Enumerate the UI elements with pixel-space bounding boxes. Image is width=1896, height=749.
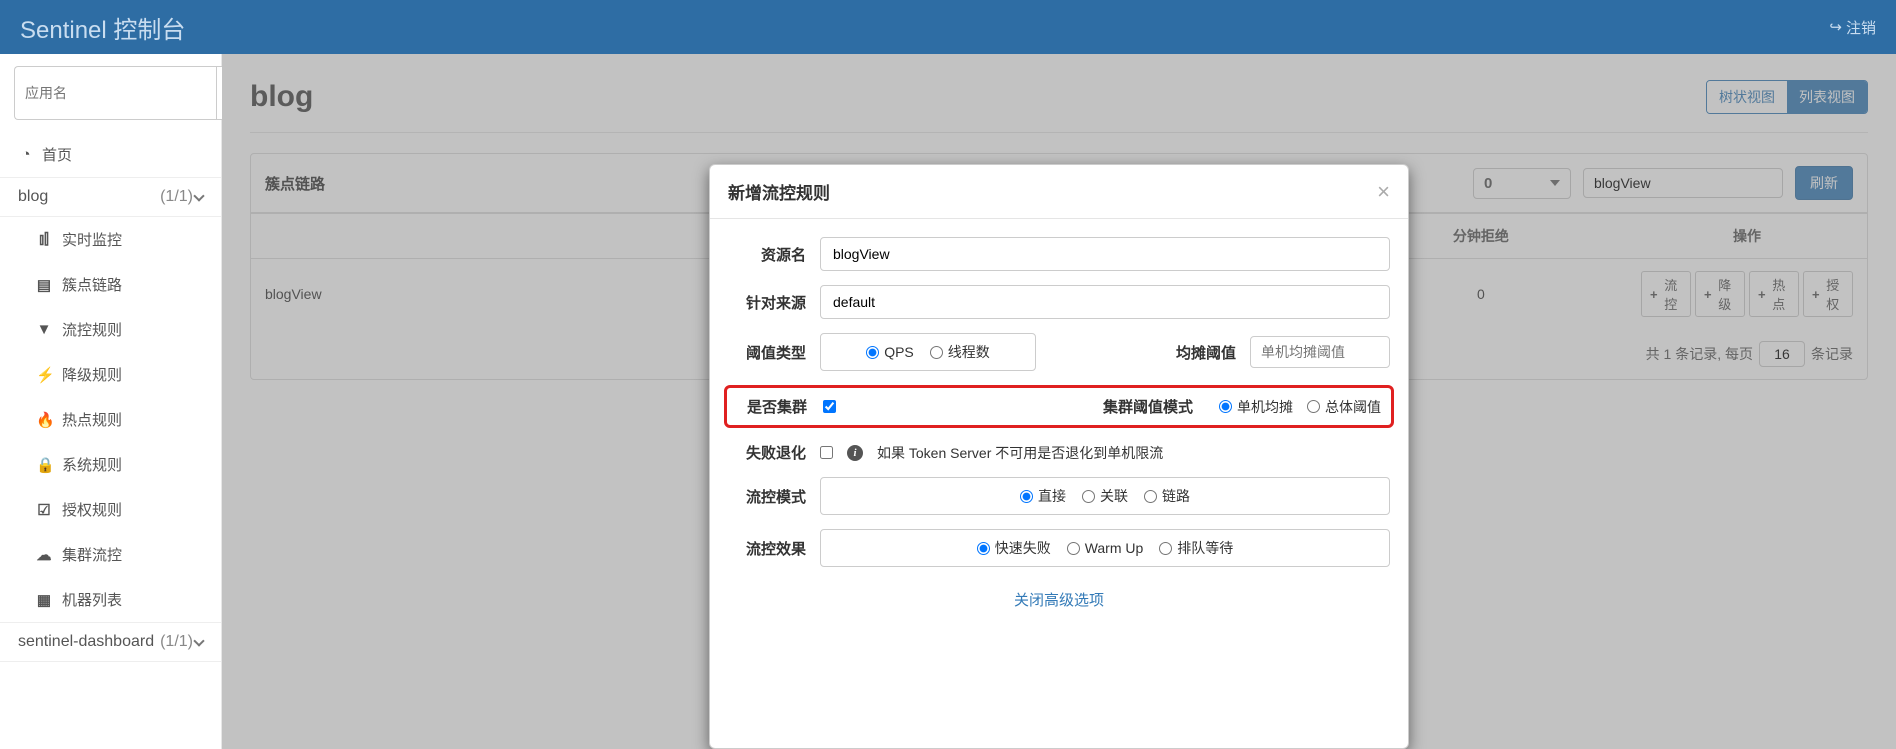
- fire-icon: 🔥: [36, 411, 52, 429]
- cluster-highlighted-row: 是否集群 集群阈值模式 单机均摊 总体阈值: [724, 385, 1394, 428]
- fallback-text: 如果 Token Server 不可用是否退化到单机限流: [877, 443, 1163, 463]
- sidebar-item-cluster-flow[interactable]: ☁集群流控: [0, 532, 221, 577]
- sidebar-item-auth-rule[interactable]: ☑授权规则: [0, 487, 221, 532]
- chevron-down-icon: [193, 635, 204, 646]
- cluster-total-radio[interactable]: 总体阈值: [1307, 397, 1381, 417]
- label-grade: 阈值类型: [728, 342, 806, 363]
- threshold-input[interactable]: [1250, 336, 1390, 368]
- label-cluster-mode: 集群阈值模式: [1103, 396, 1193, 417]
- strategy-relate-radio[interactable]: 关联: [1082, 486, 1128, 506]
- grade-radio-group: QPS 线程数: [820, 333, 1036, 371]
- top-bar: Sentinel 控制台 ↪ 注销: [0, 0, 1896, 54]
- sidebar-item-hotspot-rule[interactable]: 🔥热点规则: [0, 397, 221, 442]
- modal-close-button[interactable]: ×: [1377, 181, 1390, 203]
- sidebar-item-degrade-rule[interactable]: ⚡降级规则: [0, 352, 221, 397]
- app-header-blog[interactable]: blog (1/1): [0, 177, 221, 217]
- strategy-direct-radio[interactable]: 直接: [1020, 486, 1066, 506]
- logout-label: 注销: [1846, 17, 1876, 38]
- bolt-icon: ⚡: [36, 366, 52, 384]
- label-origin: 针对来源: [728, 292, 806, 313]
- logout-icon: ↪: [1829, 18, 1842, 36]
- sidebar-item-system-rule[interactable]: 🔒系统规则: [0, 442, 221, 487]
- modal-title: 新增流控规则: [728, 179, 830, 204]
- cloud-icon: ☁: [36, 546, 52, 564]
- resource-input[interactable]: [820, 237, 1390, 271]
- label-cluster: 是否集群: [737, 396, 807, 417]
- filter-icon: ▼: [36, 321, 52, 338]
- label-resource: 资源名: [728, 244, 806, 265]
- cluster-checkbox[interactable]: [823, 400, 836, 413]
- chevron-down-icon: [193, 190, 204, 201]
- sidebar-item-cluster-node[interactable]: ▤簇点链路: [0, 262, 221, 307]
- sidebar-item-realtime[interactable]: ⫾⫿实时监控: [0, 217, 221, 262]
- effect-radio-group: 快速失败 Warm Up 排队等待: [820, 529, 1390, 567]
- close-advanced-link[interactable]: 关闭高级选项: [728, 581, 1390, 624]
- effect-warmup-radio[interactable]: Warm Up: [1067, 540, 1144, 556]
- nav-home[interactable]: ◔ 首页: [0, 132, 221, 177]
- strategy-radio-group: 直接 关联 链路: [820, 477, 1390, 515]
- check-icon: ☑: [36, 501, 52, 519]
- nav-home-label: 首页: [42, 144, 72, 165]
- origin-input[interactable]: [820, 285, 1390, 319]
- lock-icon: 🔒: [36, 456, 52, 474]
- strategy-chain-radio[interactable]: 链路: [1144, 486, 1190, 506]
- effect-fast-radio[interactable]: 快速失败: [977, 538, 1051, 558]
- sidebar-item-machines[interactable]: ▦机器列表: [0, 577, 221, 622]
- info-icon: i: [847, 445, 863, 461]
- effect-queue-radio[interactable]: 排队等待: [1159, 538, 1233, 558]
- flow-rule-modal: 新增流控规则 × 资源名 针对来源 阈值类型 QPS: [709, 164, 1409, 749]
- app-name: blog: [18, 188, 48, 206]
- list-icon: ▤: [36, 276, 52, 294]
- grade-thread-radio[interactable]: 线程数: [930, 342, 990, 362]
- chart-icon: ⫾⫿: [36, 231, 52, 248]
- grid-icon: ▦: [36, 591, 52, 609]
- cluster-avg-radio[interactable]: 单机均摊: [1219, 397, 1293, 417]
- logout-link[interactable]: ↪ 注销: [1829, 17, 1876, 38]
- sidebar-item-flow-rule[interactable]: ▼流控规则: [0, 307, 221, 352]
- sidebar: 搜索 ◔ 首页 blog (1/1) ⫾⫿实时监控 ▤簇点链路 ▼流控规则 ⚡降…: [0, 54, 222, 749]
- modal-backdrop[interactable]: 新增流控规则 × 资源名 针对来源 阈值类型 QPS: [222, 54, 1896, 749]
- grade-qps-radio[interactable]: QPS: [866, 344, 914, 360]
- label-threshold: 均摊阈值: [1176, 342, 1236, 363]
- brand-title: Sentinel 控制台: [20, 10, 185, 45]
- app-search-input[interactable]: [14, 66, 216, 120]
- clock-icon: ◔: [18, 146, 34, 163]
- label-fallback: 失败退化: [728, 442, 806, 463]
- app-name: sentinel-dashboard: [18, 633, 154, 651]
- label-strategy: 流控模式: [728, 486, 806, 507]
- fallback-checkbox[interactable]: [820, 446, 833, 459]
- main-content: blog 树状视图 列表视图 簇点链路 0 刷新: [222, 54, 1896, 749]
- label-effect: 流控效果: [728, 538, 806, 559]
- app-header-dashboard[interactable]: sentinel-dashboard (1/1): [0, 622, 221, 662]
